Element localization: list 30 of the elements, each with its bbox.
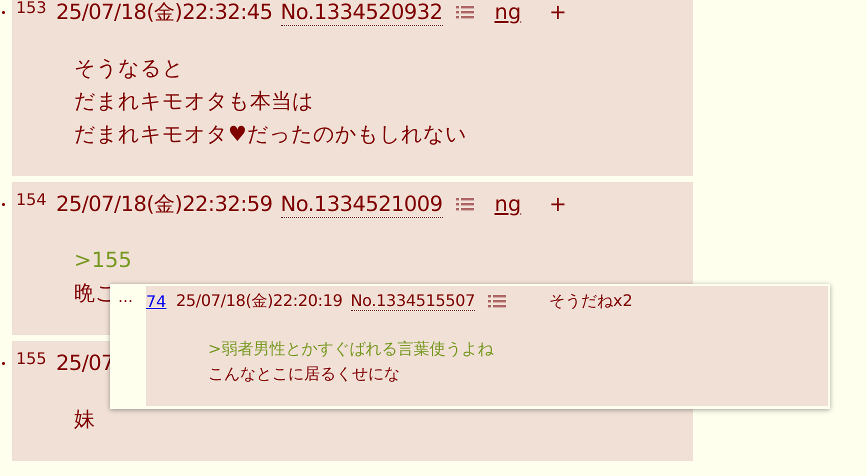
bullet-icon — [2, 11, 5, 14]
post-no-link[interactable]: No.1334515507 — [350, 291, 475, 311]
post-text: 妹 — [74, 406, 95, 433]
post-no-link[interactable]: No.1334521009 — [280, 190, 443, 218]
post-number: 154 — [16, 190, 48, 209]
menu-icon[interactable] — [454, 4, 475, 20]
add-link[interactable]: + — [549, 192, 567, 216]
post-no-link[interactable]: No.1334520932 — [280, 0, 443, 26]
post-number: 153 — [16, 0, 48, 17]
reply-link[interactable]: 74 — [146, 292, 176, 310]
post-text: こんなとこに居るくせにな — [208, 363, 400, 385]
sodane-button[interactable]: そうだねx2 — [548, 290, 633, 312]
quote-text: >155 — [74, 247, 132, 274]
menu-icon[interactable] — [486, 293, 507, 309]
menu-icon[interactable] — [454, 196, 475, 212]
post-date: 25/07/18(金)22:32:59 — [56, 191, 273, 218]
post-text: だまれキモオタも本当は — [74, 88, 314, 115]
post-date: 25/07/18(金)22:20:19 — [176, 290, 343, 312]
bullet-icon — [2, 362, 5, 365]
post-text: だまれキモオタ♥だったのかもしれない — [74, 121, 467, 148]
ellipsis-text: … — [117, 287, 134, 306]
quote-text: >弱者男性とかすぐばれる言葉使うよね — [208, 338, 494, 360]
bullet-icon — [2, 203, 5, 206]
post-number: 155 — [16, 349, 48, 368]
post-date: 25/07 — [56, 351, 114, 375]
ng-link[interactable]: ng — [494, 0, 522, 24]
add-link[interactable]: + — [549, 0, 567, 24]
post-text: そうなると — [74, 55, 184, 82]
ng-link[interactable]: ng — [494, 192, 522, 216]
post-date: 25/07/18(金)22:32:45 — [56, 0, 273, 26]
